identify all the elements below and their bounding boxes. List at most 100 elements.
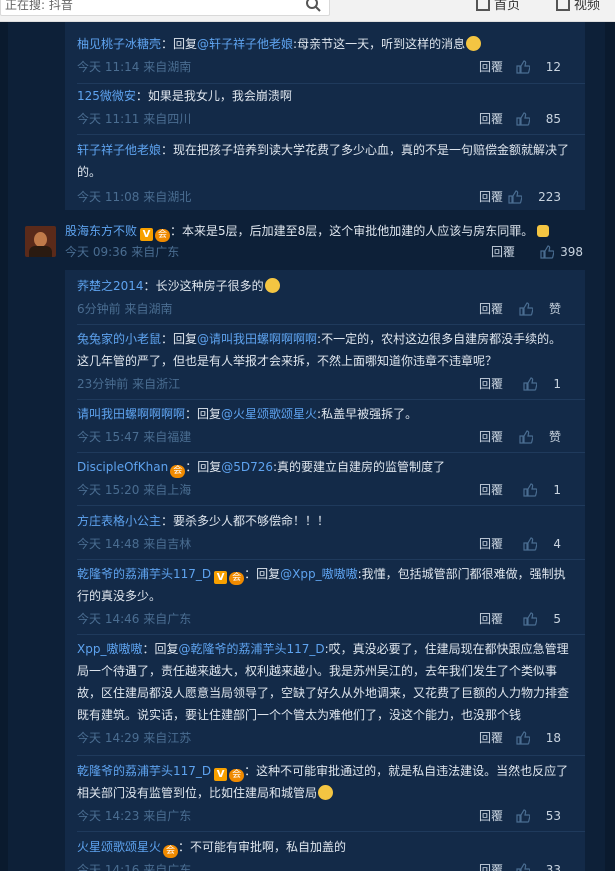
like-button[interactable]: 53 [516, 806, 561, 826]
like-count: 12 [545, 60, 561, 74]
like-button[interactable]: 18 [516, 728, 561, 748]
divider [77, 134, 585, 135]
reply-button[interactable]: 回覆 [479, 806, 503, 826]
reply-sep: ：回复 [185, 407, 222, 421]
reply-button[interactable]: 回覆 [479, 109, 503, 129]
like-count: 33 [545, 863, 561, 871]
reply-text: 要杀多少人都不够偿命！！！ [173, 514, 330, 528]
like-button[interactable]: 1 [523, 374, 561, 394]
reply-user[interactable]: 乾隆爷的荔浦芋头117_D [77, 567, 211, 581]
reply-text: 如果是我女儿，我会崩溃啊 [147, 89, 292, 103]
like-count: 赞 [548, 302, 561, 316]
thumb-up-icon [516, 731, 530, 745]
reply-user[interactable]: 兔兔家的小老鼠 [77, 332, 161, 346]
member-badge: 会 [170, 465, 186, 478]
comment-text: ：本来是5层，后加建至8层，这个审批他加建的人应该与房东同罪。 [170, 224, 534, 238]
reply-user[interactable]: 荞楚之2014 [77, 279, 144, 293]
reply-user[interactable]: 乾隆爷的荔浦芋头117_D [77, 764, 211, 778]
member-badge: 会 [155, 229, 171, 242]
like-count: 53 [545, 809, 561, 823]
reply-item: 方庄表格小公主：要杀多少人都不够偿命！！！ 今天 14:48 来自吉林 回覆 4 [65, 510, 585, 560]
like-count: 18 [545, 731, 561, 745]
reply-user[interactable]: 柚见桃子冰糖壳 [77, 37, 161, 51]
reply-mention[interactable]: @轩子祥子他老娘 [197, 37, 293, 51]
nav-video[interactable]: 视频 [556, 0, 600, 13]
reply-button[interactable]: 回覆 [479, 427, 503, 447]
thumb-up-icon [540, 245, 555, 259]
reply-button[interactable]: 回覆 [479, 609, 503, 629]
reply-text: 长沙这种房子很多的 [155, 279, 264, 293]
reply-text: :真的要建立自建房的监管制度了 [273, 460, 446, 474]
left-gutter [0, 22, 8, 871]
reply-user[interactable]: 请叫我田螺啊啊啊啊 [77, 407, 185, 421]
divider [77, 324, 585, 325]
like-button[interactable]: 12 [516, 57, 561, 77]
reply-user[interactable]: 轩子祥子他老娘 [77, 143, 161, 157]
like-button[interactable]: 1 [523, 480, 561, 500]
reply-mention[interactable]: @乾隆爷的荔浦芋头117_D [178, 642, 324, 656]
reply-user[interactable]: 125微微安 [77, 89, 136, 103]
like-button[interactable]: 赞 [519, 299, 561, 319]
reply-text: 不可能有审批啊，私自加盖的 [190, 840, 347, 854]
reply-time: 今天 11:08 来自湖北 [77, 190, 192, 204]
reply-user[interactable]: Xpp_嗷嗷嗷 [77, 642, 142, 656]
reply-button[interactable]: 回覆 [479, 480, 503, 500]
thumb-up-icon [519, 302, 533, 316]
reply-user[interactable]: 方庄表格小公主 [77, 514, 161, 528]
thumb-up-icon [523, 612, 538, 626]
thumb-up-icon [516, 112, 530, 126]
nav-video-label: 视频 [574, 0, 601, 13]
like-count: 1 [553, 483, 561, 497]
reply-button[interactable]: 回覆 [491, 242, 515, 262]
thumb-up-icon [516, 809, 530, 823]
like-button[interactable]: 赞 [519, 427, 561, 447]
divider [77, 559, 585, 560]
reply-sep: ： [135, 89, 148, 103]
reply-mention[interactable]: @请叫我田螺啊啊啊啊 [197, 332, 317, 346]
like-button[interactable]: 85 [516, 109, 561, 129]
like-button[interactable]: 223 [508, 187, 561, 207]
reply-sep: ： [161, 143, 174, 157]
reply-item: 荞楚之2014：长沙这种房子很多的 6分钟前 来自湖南 回覆 赞 [65, 275, 585, 325]
reply-button[interactable]: 回覆 [479, 187, 503, 207]
thumb-up-icon [508, 190, 523, 204]
reply-button[interactable]: 回覆 [479, 534, 503, 554]
reply-mention[interactable]: @火星颂歌颂星火 [221, 407, 317, 421]
reply-button[interactable]: 回覆 [479, 860, 503, 871]
divider [77, 505, 585, 506]
thumb-up-icon [523, 483, 538, 497]
like-button[interactable]: 5 [523, 609, 561, 629]
reply-user[interactable]: DiscipleOfKhan [77, 460, 168, 474]
divider [77, 399, 585, 400]
reply-mention[interactable]: @Xpp_嗷嗷嗷 [280, 567, 357, 581]
avatar[interactable] [25, 226, 56, 257]
like-button[interactable]: 398 [540, 242, 583, 262]
search-input[interactable]: 正在搜: 抖音 [0, 0, 330, 16]
like-button[interactable]: 4 [523, 534, 561, 554]
search-icon[interactable] [305, 0, 321, 12]
reply-button[interactable]: 回覆 [479, 728, 503, 748]
reply-sep: ： [244, 764, 257, 778]
reply-time: 今天 14:46 来自广东 [77, 612, 192, 626]
like-count: 85 [545, 112, 561, 126]
thumb-up-icon [516, 60, 530, 74]
verified-badge: V [214, 768, 228, 781]
right-gutter [605, 22, 615, 871]
comment-user[interactable]: 股海东方不败 [65, 224, 137, 238]
emoji-icon [466, 36, 482, 51]
reply-mention[interactable]: @5D726 [221, 460, 273, 474]
like-count: 赞 [548, 430, 561, 444]
thumb-up-icon [523, 377, 538, 391]
comment-time: 今天 09:36 来自广东 [65, 245, 180, 259]
reply-button[interactable]: 回覆 [479, 57, 503, 77]
reply-button[interactable]: 回覆 [479, 299, 503, 319]
thumb-up-icon [516, 863, 530, 871]
nav-home[interactable]: 首页 [476, 0, 520, 13]
reply-button[interactable]: 回覆 [479, 374, 503, 394]
reply-time: 今天 15:20 来自上海 [77, 483, 192, 497]
reply-time: 今天 11:14 来自湖南 [77, 60, 192, 74]
reply-user[interactable]: 火星颂歌颂星火 [77, 840, 161, 854]
like-button[interactable]: 33 [516, 860, 561, 871]
reply-time: 今天 14:23 来自广东 [77, 809, 192, 823]
reply-time: 今天 14:48 来自吉林 [77, 537, 192, 551]
